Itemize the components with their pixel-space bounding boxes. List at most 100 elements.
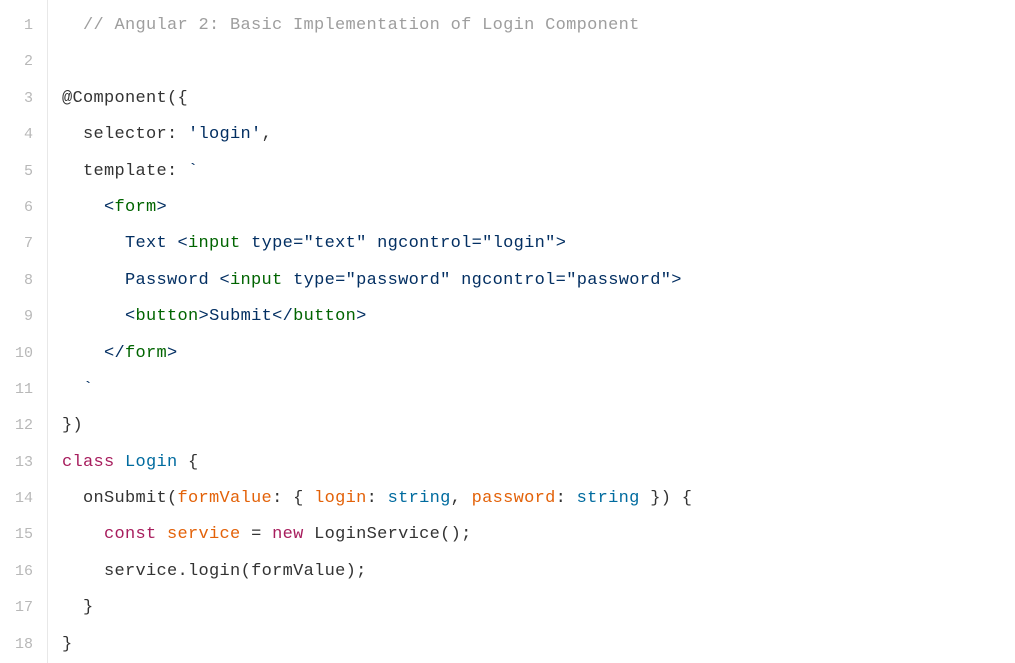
- code-token: form: [125, 344, 167, 363]
- line-number: 3: [0, 81, 47, 117]
- code-token: formValue: [251, 562, 346, 581]
- code-token: type: [293, 271, 335, 290]
- code-token: @Component: [62, 89, 167, 108]
- line-number: 15: [0, 517, 47, 553]
- code-token: }: [83, 598, 94, 617]
- code-token: [304, 525, 315, 544]
- code-token: >: [157, 198, 168, 217]
- code-line: </form>: [62, 336, 1015, 372]
- code-token: Submit: [209, 307, 272, 326]
- code-token: >: [199, 307, 210, 326]
- code-token: string: [388, 489, 451, 508]
- code-token: class: [62, 453, 115, 472]
- code-token: LoginService: [314, 525, 440, 544]
- code-token: :: [367, 489, 388, 508]
- code-token: <: [125, 307, 136, 326]
- line-number: 1: [0, 8, 47, 44]
- code-token: service: [104, 562, 178, 581]
- line-number: 16: [0, 554, 47, 590]
- code-token: :: [167, 125, 188, 144]
- code-line: class Login {: [62, 445, 1015, 481]
- code-token: [283, 271, 294, 290]
- code-token: ,: [262, 125, 273, 144]
- code-token: [451, 271, 462, 290]
- code-token: input: [188, 234, 241, 253]
- line-number: 4: [0, 117, 47, 153]
- code-token: </: [272, 307, 293, 326]
- code-token: :: [556, 489, 577, 508]
- code-token: .: [178, 562, 189, 581]
- line-number: 10: [0, 336, 47, 372]
- code-token: onSubmit: [83, 489, 167, 508]
- code-token: }: [62, 635, 73, 654]
- code-token: ,: [451, 489, 472, 508]
- code-token: form: [115, 198, 157, 217]
- line-number: 17: [0, 590, 47, 626]
- code-token: [157, 525, 168, 544]
- line-number: 13: [0, 445, 47, 481]
- line-number-gutter: 123456789101112131415161718: [0, 0, 48, 663]
- line-number: 5: [0, 154, 47, 190]
- code-token: type: [251, 234, 293, 253]
- code-token: button: [136, 307, 199, 326]
- code-token: string: [577, 489, 640, 508]
- code-token: `: [83, 380, 94, 399]
- code-line: <button>Submit</button>: [62, 299, 1015, 335]
- code-token: ngcontrol: [377, 234, 472, 253]
- code-token: formValue: [178, 489, 273, 508]
- code-token: // Angular 2: Basic Implementation of Lo…: [83, 16, 640, 35]
- code-token: "password": [566, 271, 671, 290]
- code-token: =: [241, 525, 273, 544]
- code-token: }) {: [640, 489, 693, 508]
- code-token: 'login': [188, 125, 262, 144]
- code-line: @Component({: [62, 81, 1015, 117]
- code-line: <form>: [62, 190, 1015, 226]
- code-token: Login: [125, 453, 178, 472]
- code-token: {: [178, 453, 199, 472]
- code-line: const service = new LoginService();: [62, 517, 1015, 553]
- code-token: <: [178, 234, 189, 253]
- code-token: ngcontrol: [461, 271, 556, 290]
- code-line: }: [62, 590, 1015, 626]
- code-line: selector: 'login',: [62, 117, 1015, 153]
- code-token: =: [293, 234, 304, 253]
- code-token: (: [167, 489, 178, 508]
- code-token: new: [272, 525, 304, 544]
- code-token: Password: [125, 271, 220, 290]
- code-token: >: [671, 271, 682, 290]
- line-number: 14: [0, 481, 47, 517]
- code-token: [115, 453, 126, 472]
- code-line: onSubmit(formValue: { login: string, pas…: [62, 481, 1015, 517]
- code-token: <: [104, 198, 115, 217]
- code-token: login: [188, 562, 241, 581]
- code-line: // Angular 2: Basic Implementation of Lo…: [62, 8, 1015, 44]
- code-token: >: [356, 307, 367, 326]
- code-token: button: [293, 307, 356, 326]
- code-token: `: [188, 162, 199, 181]
- code-token: [367, 234, 378, 253]
- code-token: service: [167, 525, 241, 544]
- code-line: }): [62, 408, 1015, 444]
- code-token: input: [230, 271, 283, 290]
- code-token: [241, 234, 252, 253]
- code-token: Text: [125, 234, 178, 253]
- code-token: <: [220, 271, 231, 290]
- code-token: const: [104, 525, 157, 544]
- code-token: ({: [167, 89, 188, 108]
- code-token: password: [472, 489, 556, 508]
- code-line: }: [62, 627, 1015, 663]
- code-token: (: [241, 562, 252, 581]
- code-token: "password": [346, 271, 451, 290]
- code-token: :: [167, 162, 188, 181]
- code-token: selector: [83, 125, 167, 144]
- line-number: 11: [0, 372, 47, 408]
- code-token: </: [104, 344, 125, 363]
- code-token: );: [346, 562, 367, 581]
- code-token: >: [556, 234, 567, 253]
- code-token: : {: [272, 489, 314, 508]
- code-token: template: [83, 162, 167, 181]
- code-line: service.login(formValue);: [62, 554, 1015, 590]
- code-token: =: [472, 234, 483, 253]
- code-token: =: [556, 271, 567, 290]
- code-area: // Angular 2: Basic Implementation of Lo…: [48, 0, 1015, 663]
